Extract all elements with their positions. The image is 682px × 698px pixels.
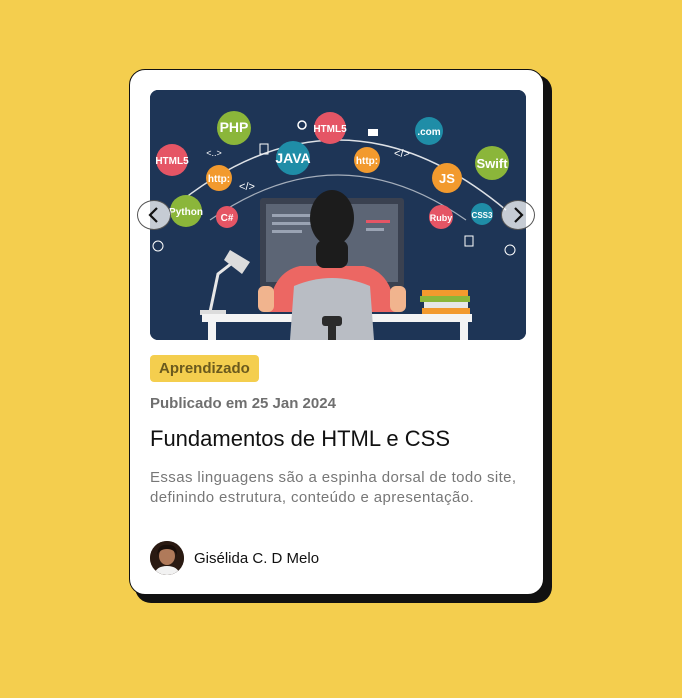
badge-csharp: C# [221,213,234,224]
category-badge[interactable]: Aprendizado [150,355,259,382]
badge-http-left: http: [208,174,230,185]
publish-date: Publicado em 25 Jan 2024 [150,395,336,412]
badge-http-right: http: [356,156,378,167]
badge-js: JS [439,171,455,186]
post-title[interactable]: Fundamentos de HTML e CSS [150,426,450,452]
code-tag-3: </> [239,181,255,193]
programmer-illustration: PHP HTML5 HTML5 JAVA http: .com Swift JS… [150,90,526,340]
badge-com: .com [417,127,440,138]
avatar-image [150,541,184,575]
author-info[interactable]: Gisélida C. D Melo [150,541,319,575]
badge-python: Python [169,207,203,218]
carousel-next-button[interactable] [501,200,535,230]
post-description: Essas linguagens são a espinha dorsal de… [150,469,517,506]
carousel-prev-button[interactable] [137,200,171,230]
blog-card: PHP HTML5 HTML5 JAVA http: .com Swift JS… [129,69,544,595]
badge-html5-left: HTML5 [155,156,189,167]
badge-css3: CSS3 [472,211,493,220]
hero-image: PHP HTML5 HTML5 JAVA http: .com Swift JS… [150,90,526,340]
badge-java: JAVA [275,150,310,166]
code-tag-2: <..> [206,148,222,158]
chevron-right-icon [514,207,524,223]
badge-swift: Swift [476,156,508,171]
avatar [150,541,184,575]
author-name: Gisélida C. D Melo [194,549,320,567]
badge-php: PHP [220,119,249,135]
badge-ruby: Ruby [430,213,453,223]
chevron-left-icon [148,207,158,223]
code-tag-1: </> [394,148,410,160]
badge-html5-top: HTML5 [313,124,347,135]
